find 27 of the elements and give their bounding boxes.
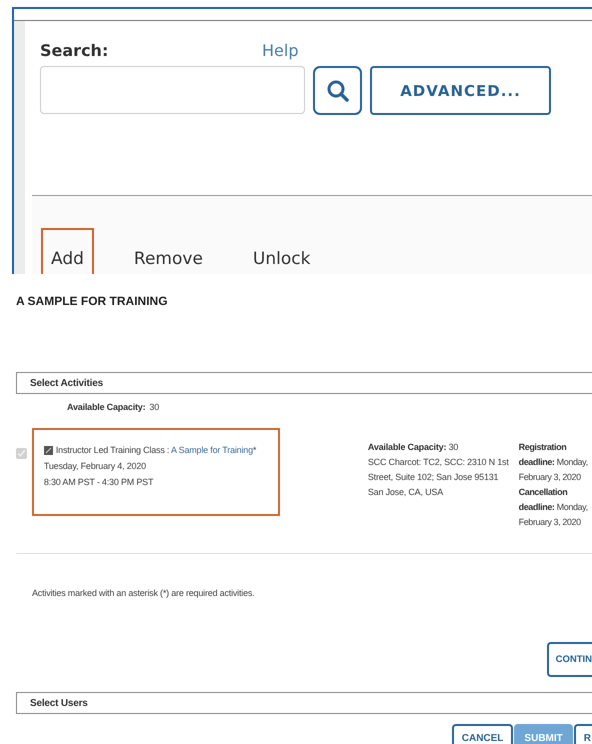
tab[interactable]: Remove bbox=[124, 228, 213, 274]
tab[interactable]: Unlock bbox=[242, 228, 320, 274]
capacity-value: 30 bbox=[149, 402, 160, 412]
cancellation-deadline: Cancellation deadline: Monday, February 3, 2020 bbox=[518, 486, 589, 529]
continue-button[interactable]: CONTIN bbox=[546, 642, 592, 677]
capacity-label: Available Capacity: bbox=[67, 402, 146, 412]
advanced-button[interactable]: ADVANCED... bbox=[370, 66, 551, 115]
section-header: Select Users bbox=[16, 692, 592, 714]
help-link[interactable]: Help bbox=[262, 41, 298, 60]
section-header: Select Activities bbox=[16, 372, 592, 394]
activity-type-icon bbox=[44, 446, 53, 454]
tab[interactable]: Add bbox=[41, 228, 94, 274]
search-label: Search: bbox=[40, 41, 110, 60]
activity-capacity: Available Capacity: 30 bbox=[368, 441, 460, 454]
activity-city: San Jose, CA, USA bbox=[368, 486, 444, 499]
activity-date: Tuesday, February 4, 2020 bbox=[44, 460, 147, 473]
activity-time: 8:30 AM PST - 4:30 PM PST bbox=[44, 476, 154, 489]
activity-location: SCC Charcot: TC2, SCC: 2310 N 1st Street, Suite 102; San Jose 95131 bbox=[368, 456, 510, 484]
action-button[interactable]: R bbox=[574, 724, 592, 744]
search-field[interactable] bbox=[40, 66, 305, 114]
search-button[interactable] bbox=[313, 66, 362, 115]
action-button[interactable]: CANCEL bbox=[452, 724, 514, 744]
registration-deadline: Registration deadline: Monday, February 3, 2020 bbox=[518, 441, 589, 484]
page-title: A SAMPLE FOR TRAINING bbox=[16, 294, 169, 310]
activity-title: Instructor Led Training Class : A Sample for Training* bbox=[56, 444, 256, 457]
search-icon bbox=[326, 78, 350, 102]
required-note: Activities marked with an asterisk (*) are required activities. bbox=[31, 587, 256, 600]
